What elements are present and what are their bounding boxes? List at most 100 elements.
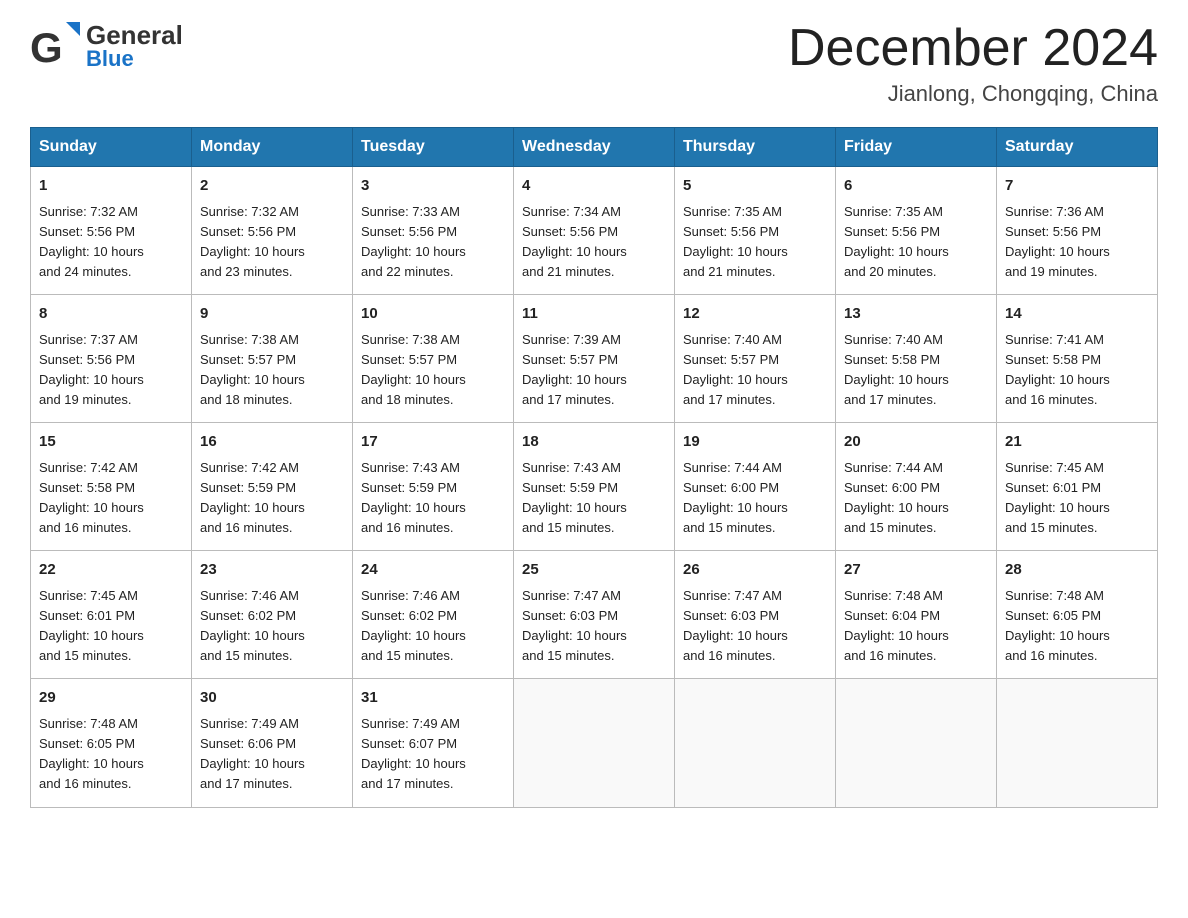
table-row: 3 Sunrise: 7:33 AMSunset: 5:56 PMDaylight… (353, 167, 514, 295)
day-info: Sunrise: 7:40 AMSunset: 5:58 PMDaylight:… (844, 330, 988, 411)
weekday-header-row: Sunday Monday Tuesday Wednesday Thursday… (31, 128, 1158, 167)
day-info: Sunrise: 7:46 AMSunset: 6:02 PMDaylight:… (200, 586, 344, 667)
table-row: 15 Sunrise: 7:42 AMSunset: 5:58 PMDayligh… (31, 423, 192, 551)
day-info: Sunrise: 7:42 AMSunset: 5:58 PMDaylight:… (39, 458, 183, 539)
svg-text:G: G (30, 24, 63, 71)
table-row: 11Sunrise: 7:39 AMSunset: 5:57 PMDayligh… (514, 295, 675, 423)
day-number: 15 (39, 431, 183, 454)
table-row: 13 Sunrise: 7:40 AMSunset: 5:58 PMDayligh… (836, 295, 997, 423)
table-row: 16 Sunrise: 7:42 AMSunset: 5:59 PMDayligh… (192, 423, 353, 551)
logo: G General Blue (30, 20, 183, 72)
table-row: 9 Sunrise: 7:38 AMSunset: 5:57 PMDaylight… (192, 295, 353, 423)
table-row: 21Sunrise: 7:45 AMSunset: 6:01 PMDayligh… (997, 423, 1158, 551)
day-number: 13 (844, 303, 988, 326)
calendar-subtitle: Jianlong, Chongqing, China (788, 81, 1158, 107)
table-row: 10Sunrise: 7:38 AMSunset: 5:57 PMDayligh… (353, 295, 514, 423)
day-info: Sunrise: 7:43 AMSunset: 5:59 PMDaylight:… (522, 458, 666, 539)
calendar-week-row: 15 Sunrise: 7:42 AMSunset: 5:58 PMDayligh… (31, 423, 1158, 551)
col-tuesday: Tuesday (353, 128, 514, 167)
day-info: Sunrise: 7:39 AMSunset: 5:57 PMDaylight:… (522, 330, 666, 411)
table-row: 7 Sunrise: 7:36 AMSunset: 5:56 PMDaylight… (997, 167, 1158, 295)
day-info: Sunrise: 7:33 AMSunset: 5:56 PMDaylight:… (361, 202, 505, 283)
day-info: Sunrise: 7:43 AMSunset: 5:59 PMDaylight:… (361, 458, 505, 539)
table-row: 5 Sunrise: 7:35 AMSunset: 5:56 PMDaylight… (675, 167, 836, 295)
day-number: 29 (39, 687, 183, 710)
table-row: 18 Sunrise: 7:43 AMSunset: 5:59 PMDayligh… (514, 423, 675, 551)
day-info: Sunrise: 7:48 AMSunset: 6:05 PMDaylight:… (1005, 586, 1149, 667)
logo-general-text: General (86, 22, 183, 49)
logo-blue-text: Blue (86, 47, 183, 70)
table-row: 25 Sunrise: 7:47 AMSunset: 6:03 PMDayligh… (514, 551, 675, 679)
day-number: 20 (844, 431, 988, 454)
day-info: Sunrise: 7:46 AMSunset: 6:02 PMDaylight:… (361, 586, 505, 667)
day-number: 31 (361, 687, 505, 710)
day-number: 8 (39, 303, 183, 326)
day-number: 19 (683, 431, 827, 454)
day-number: 27 (844, 559, 988, 582)
col-thursday: Thursday (675, 128, 836, 167)
table-row: 29 Sunrise: 7:48 AMSunset: 6:05 PMDayligh… (31, 679, 192, 807)
day-info: Sunrise: 7:44 AMSunset: 6:00 PMDaylight:… (844, 458, 988, 539)
day-number: 14 (1005, 303, 1149, 326)
day-info: Sunrise: 7:35 AMSunset: 5:56 PMDaylight:… (683, 202, 827, 283)
table-row: 24 Sunrise: 7:46 AMSunset: 6:02 PMDayligh… (353, 551, 514, 679)
day-number: 3 (361, 175, 505, 198)
day-number: 17 (361, 431, 505, 454)
calendar-week-row: 22 Sunrise: 7:45 AMSunset: 6:01 PMDayligh… (31, 551, 1158, 679)
day-info: Sunrise: 7:47 AMSunset: 6:03 PMDaylight:… (522, 586, 666, 667)
day-info: Sunrise: 7:44 AMSunset: 6:00 PMDaylight:… (683, 458, 827, 539)
day-info: Sunrise: 7:36 AMSunset: 5:56 PMDaylight:… (1005, 202, 1149, 283)
title-area: December 2024 Jianlong, Chongqing, China (788, 20, 1158, 107)
day-info: Sunrise: 7:49 AMSunset: 6:07 PMDaylight:… (361, 714, 505, 795)
table-row: 8 Sunrise: 7:37 AMSunset: 5:56 PMDaylight… (31, 295, 192, 423)
calendar-title: December 2024 (788, 20, 1158, 77)
day-number: 24 (361, 559, 505, 582)
day-number: 23 (200, 559, 344, 582)
table-row: 30Sunrise: 7:49 AMSunset: 6:06 PMDayligh… (192, 679, 353, 807)
day-number: 21 (1005, 431, 1149, 454)
day-number: 4 (522, 175, 666, 198)
calendar-week-row: 8 Sunrise: 7:37 AMSunset: 5:56 PMDaylight… (31, 295, 1158, 423)
calendar-week-row: 29 Sunrise: 7:48 AMSunset: 6:05 PMDayligh… (31, 679, 1158, 807)
table-row: 14Sunrise: 7:41 AMSunset: 5:58 PMDayligh… (997, 295, 1158, 423)
table-row: 28Sunrise: 7:48 AMSunset: 6:05 PMDayligh… (997, 551, 1158, 679)
day-info: Sunrise: 7:40 AMSunset: 5:57 PMDaylight:… (683, 330, 827, 411)
day-info: Sunrise: 7:32 AMSunset: 5:56 PMDaylight:… (200, 202, 344, 283)
day-info: Sunrise: 7:32 AMSunset: 5:56 PMDaylight:… (39, 202, 183, 283)
day-number: 25 (522, 559, 666, 582)
day-number: 9 (200, 303, 344, 326)
col-wednesday: Wednesday (514, 128, 675, 167)
day-number: 5 (683, 175, 827, 198)
day-info: Sunrise: 7:38 AMSunset: 5:57 PMDaylight:… (200, 330, 344, 411)
table-row: 22 Sunrise: 7:45 AMSunset: 6:01 PMDayligh… (31, 551, 192, 679)
table-row: 2 Sunrise: 7:32 AMSunset: 5:56 PMDaylight… (192, 167, 353, 295)
logo-graphic: G (30, 20, 82, 72)
day-number: 2 (200, 175, 344, 198)
table-row (514, 679, 675, 807)
day-info: Sunrise: 7:47 AMSunset: 6:03 PMDaylight:… (683, 586, 827, 667)
col-sunday: Sunday (31, 128, 192, 167)
table-row (675, 679, 836, 807)
day-number: 22 (39, 559, 183, 582)
day-info: Sunrise: 7:48 AMSunset: 6:05 PMDaylight:… (39, 714, 183, 795)
day-number: 7 (1005, 175, 1149, 198)
table-row (836, 679, 997, 807)
table-row: 17 Sunrise: 7:43 AMSunset: 5:59 PMDayligh… (353, 423, 514, 551)
day-info: Sunrise: 7:34 AMSunset: 5:56 PMDaylight:… (522, 202, 666, 283)
table-row: 6 Sunrise: 7:35 AMSunset: 5:56 PMDaylight… (836, 167, 997, 295)
day-info: Sunrise: 7:37 AMSunset: 5:56 PMDaylight:… (39, 330, 183, 411)
day-info: Sunrise: 7:48 AMSunset: 6:04 PMDaylight:… (844, 586, 988, 667)
table-row: 26Sunrise: 7:47 AMSunset: 6:03 PMDayligh… (675, 551, 836, 679)
day-info: Sunrise: 7:45 AMSunset: 6:01 PMDaylight:… (39, 586, 183, 667)
table-row: 20 Sunrise: 7:44 AMSunset: 6:00 PMDayligh… (836, 423, 997, 551)
day-info: Sunrise: 7:35 AMSunset: 5:56 PMDaylight:… (844, 202, 988, 283)
table-row: 19 Sunrise: 7:44 AMSunset: 6:00 PMDayligh… (675, 423, 836, 551)
day-info: Sunrise: 7:38 AMSunset: 5:57 PMDaylight:… (361, 330, 505, 411)
day-info: Sunrise: 7:42 AMSunset: 5:59 PMDaylight:… (200, 458, 344, 539)
day-number: 18 (522, 431, 666, 454)
table-row: 12Sunrise: 7:40 AMSunset: 5:57 PMDayligh… (675, 295, 836, 423)
page-header: G General Blue December 2024 Jianlong, C… (30, 20, 1158, 107)
table-row: 31 Sunrise: 7:49 AMSunset: 6:07 PMDayligh… (353, 679, 514, 807)
day-number: 6 (844, 175, 988, 198)
day-number: 16 (200, 431, 344, 454)
